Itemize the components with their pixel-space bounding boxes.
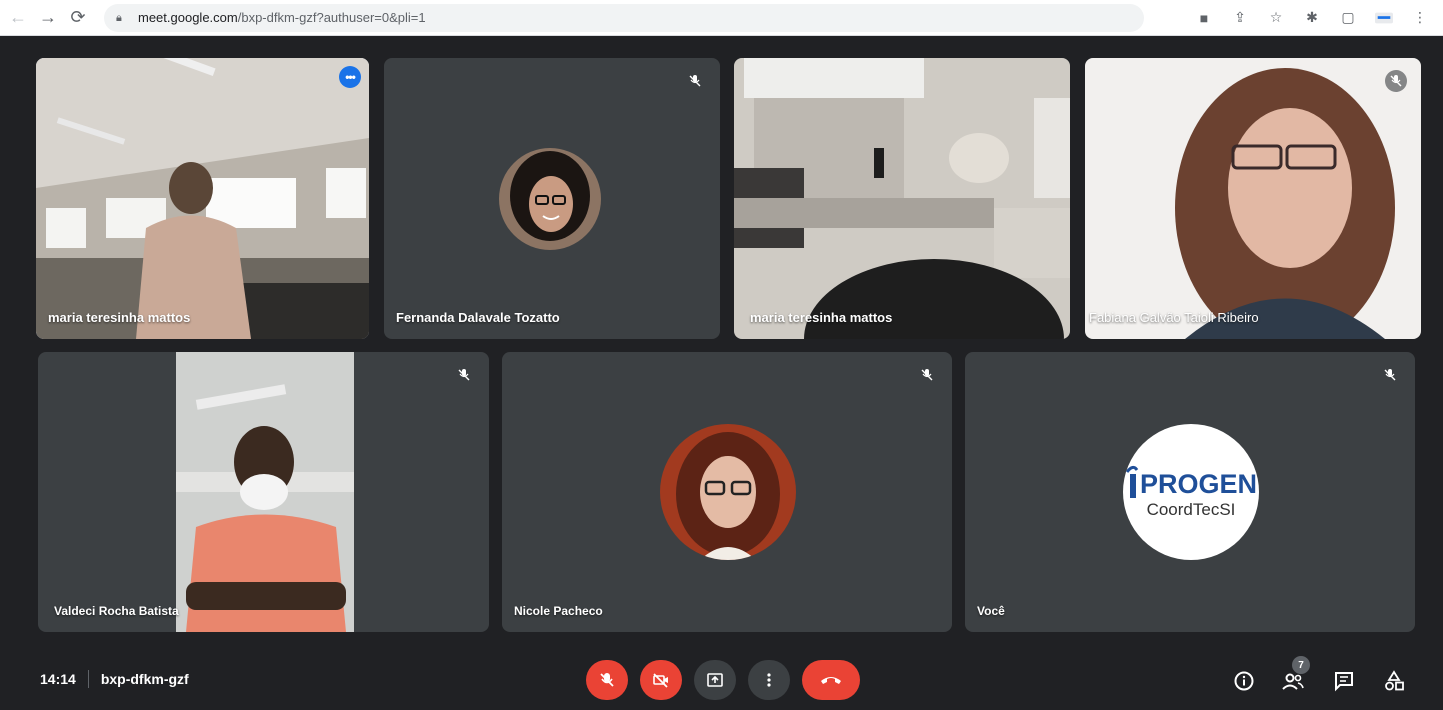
kebab-menu-icon[interactable]: ⋮ bbox=[1411, 9, 1429, 27]
puzzle-icon[interactable]: ✱ bbox=[1303, 9, 1321, 27]
participant-name: Valdeci Rocha Batista bbox=[54, 604, 179, 618]
participant-tile[interactable]: maria teresinha mattos bbox=[734, 58, 1070, 339]
reload-icon[interactable]: ⟳ bbox=[66, 6, 90, 30]
participant-tile[interactable]: Nicole Pacheco bbox=[502, 352, 952, 632]
participant-tile[interactable]: ••• maria teresinha mattos bbox=[36, 58, 369, 339]
camera-off-icon bbox=[653, 673, 668, 688]
more-options-icon[interactable]: ••• bbox=[339, 66, 361, 88]
activities-button[interactable] bbox=[1381, 668, 1407, 694]
avatar bbox=[499, 148, 601, 250]
participant-tile[interactable]: PROGEN CoordTecSI Você bbox=[965, 352, 1415, 632]
info-icon bbox=[1234, 671, 1254, 691]
mic-toggle-button[interactable] bbox=[586, 660, 628, 700]
star-icon[interactable]: ☆ bbox=[1267, 9, 1285, 27]
participants-count-badge: 7 bbox=[1292, 656, 1310, 674]
address-bar[interactable]: 🔒︎ meet.google.com /bxp-dfkm-gzf?authuse… bbox=[104, 3, 1144, 32]
meeting-code: bxp-dfkm-gzf bbox=[100, 671, 189, 687]
participant-name: maria teresinha mattos bbox=[48, 310, 191, 325]
share-icon[interactable]: ⇪ bbox=[1231, 9, 1249, 27]
participant-name: maria teresinha mattos bbox=[750, 310, 893, 325]
hang-up-icon bbox=[821, 677, 841, 684]
back-icon[interactable]: ← bbox=[6, 6, 30, 30]
avatar bbox=[660, 424, 796, 560]
participants-button[interactable]: 7 bbox=[1280, 656, 1310, 694]
logo-mark-icon bbox=[1125, 465, 1139, 498]
participant-name: Fernanda Dalavale Tozatto bbox=[396, 310, 560, 325]
video-feed bbox=[734, 58, 1070, 339]
meeting-time: 14:14 bbox=[40, 671, 76, 687]
participant-tile[interactable]: Valdeci Rocha Batista bbox=[38, 352, 489, 632]
participant-tile[interactable]: Fabiana Galvão Taioli Ribeiro bbox=[1085, 58, 1421, 339]
logo-sub: CoordTecSI bbox=[1146, 500, 1236, 519]
video-feed bbox=[36, 58, 369, 339]
more-options-icon bbox=[767, 673, 771, 687]
meet-stage: ••• maria teresinha mattos Fernanda Dala… bbox=[0, 36, 1443, 710]
avatar: PROGEN CoordTecSI bbox=[1123, 424, 1259, 560]
meeting-details-button[interactable] bbox=[1231, 668, 1257, 694]
present-screen-icon bbox=[707, 673, 723, 687]
meeting-info: 14:14 bxp-dfkm-gzf bbox=[40, 670, 189, 688]
leave-call-button[interactable] bbox=[802, 660, 860, 700]
video-feed bbox=[176, 352, 354, 632]
chat-button[interactable] bbox=[1331, 668, 1357, 694]
mic-off-icon bbox=[600, 673, 614, 687]
participant-tile[interactable]: Fernanda Dalavale Tozatto bbox=[384, 58, 720, 339]
present-button[interactable] bbox=[694, 660, 736, 700]
side-panel-icon[interactable]: ▢ bbox=[1339, 9, 1357, 27]
mic-off-icon bbox=[453, 364, 475, 386]
profile-icon[interactable] bbox=[1375, 9, 1393, 27]
participant-name: Nicole Pacheco bbox=[514, 604, 603, 618]
browser-toolbar: ← → ⟳ 🔒︎ meet.google.com /bxp-dfkm-gzf?a… bbox=[0, 0, 1443, 36]
activities-icon bbox=[1385, 670, 1404, 691]
lock-icon: 🔒︎ bbox=[116, 11, 122, 24]
video-feed bbox=[1085, 58, 1421, 339]
mic-off-icon bbox=[1379, 364, 1401, 386]
bottom-control-bar: 14:14 bxp-dfkm-gzf 7 bbox=[0, 648, 1443, 710]
progen-logo: PROGEN bbox=[1125, 464, 1257, 498]
participant-name: Fabiana Galvão Taioli Ribeiro bbox=[1089, 310, 1259, 325]
camera-icon[interactable]: ■ bbox=[1195, 9, 1213, 27]
mic-off-icon bbox=[684, 70, 706, 92]
divider bbox=[87, 670, 89, 688]
mic-off-icon bbox=[1385, 70, 1407, 92]
url-host: meet.google.com bbox=[138, 10, 238, 25]
participant-name: Você bbox=[977, 604, 1005, 618]
forward-icon[interactable]: → bbox=[36, 6, 60, 30]
more-options-button[interactable] bbox=[748, 660, 790, 700]
url-path: /bxp-dfkm-gzf?authuser=0&pli=1 bbox=[237, 10, 426, 25]
mic-off-icon bbox=[916, 364, 938, 386]
chat-icon bbox=[1335, 672, 1353, 692]
logo-brand: PROGEN bbox=[1139, 469, 1258, 499]
camera-toggle-button[interactable] bbox=[640, 660, 682, 700]
